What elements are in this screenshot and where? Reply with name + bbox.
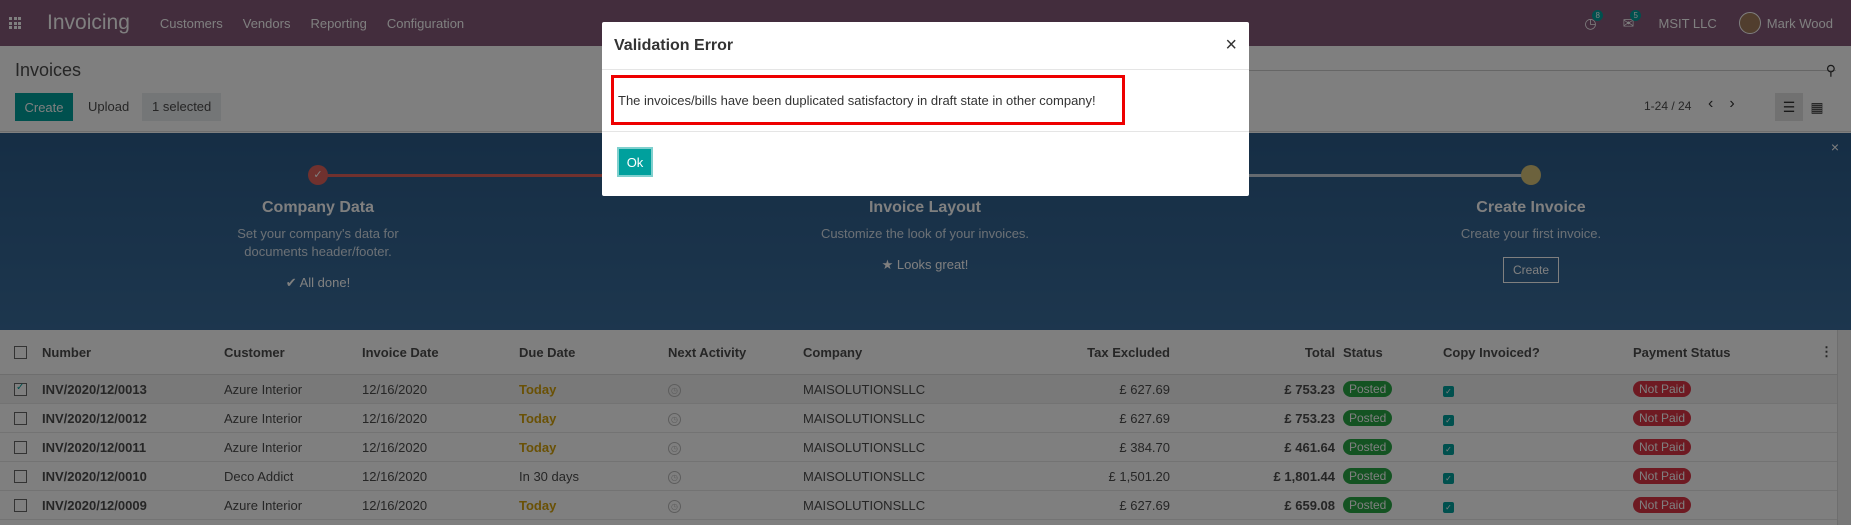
modal-title: Validation Error xyxy=(614,36,734,54)
modal-body: The invoices/bills have been duplicated … xyxy=(602,70,1249,132)
ok-button[interactable]: Ok xyxy=(617,147,653,177)
close-icon[interactable]: × xyxy=(1225,34,1237,57)
validation-error-dialog: Validation Error × The invoices/bills ha… xyxy=(602,22,1249,196)
error-message: The invoices/bills have been duplicated … xyxy=(611,75,1125,125)
modal-header: Validation Error × xyxy=(602,22,1249,70)
modal-footer: Ok xyxy=(602,132,1249,195)
